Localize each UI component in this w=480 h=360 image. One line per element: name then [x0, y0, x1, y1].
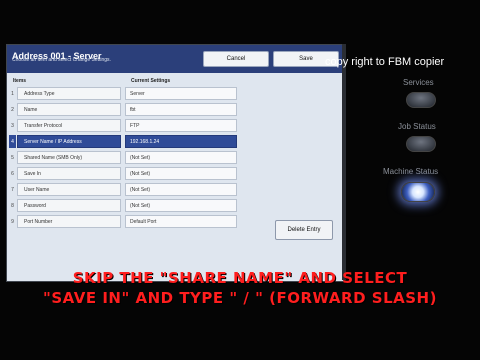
row-number: 4: [9, 135, 16, 148]
item-name: Address Type: [17, 87, 121, 100]
item-value: (Not Set): [125, 183, 237, 196]
item-name: Name: [17, 103, 121, 116]
caption-line-1: SKIP THE "SHARE NAME" AND SELECT: [72, 269, 408, 287]
services-button[interactable]: [406, 92, 436, 108]
row-number: 5: [11, 154, 14, 161]
table-row[interactable]: 7 User Name (Not Set): [9, 183, 241, 198]
copier-touch-screen: Address 001 - Server Cancel Save Items C…: [6, 44, 344, 282]
item-value: FTP: [125, 119, 237, 132]
item-name: Server Name / IP Address: [17, 135, 121, 148]
cancel-button[interactable]: Cancel: [203, 51, 269, 67]
table-row[interactable]: 8 Password (Not Set): [9, 199, 241, 214]
row-number: 6: [11, 170, 14, 177]
screen-bezel: [342, 44, 346, 280]
item-value: fbt: [125, 103, 237, 116]
delete-entry-button[interactable]: Delete Entry: [275, 220, 333, 240]
item-value: Default Port: [125, 215, 237, 228]
machine-status-label: Machine Status: [383, 167, 439, 176]
column-header-items: Items: [13, 78, 27, 84]
item-value: 192.168.1.24: [125, 135, 237, 148]
row-number: 7: [11, 186, 14, 193]
item-value: (Not Set): [125, 199, 237, 212]
item-value: Server: [125, 87, 237, 100]
services-label: Services: [403, 78, 434, 87]
item-name: Password: [17, 199, 121, 212]
instruction-text: Choose an item and select Change Setting…: [12, 57, 111, 63]
row-number: 2: [11, 106, 14, 113]
table-row[interactable]: 3 Transfer Protocol FTP: [9, 119, 241, 134]
item-name: Port Number: [17, 215, 121, 228]
table-row[interactable]: 6 Save In (Not Set): [9, 167, 241, 182]
table-row[interactable]: 2 Name fbt: [9, 103, 241, 118]
job-status-button[interactable]: [406, 136, 436, 152]
caption-overlay: SKIP THE "SHARE NAME" AND SELECT "SAVE I…: [0, 268, 480, 308]
job-status-label: Job Status: [398, 122, 436, 131]
caption-line-2: "SAVE IN" AND TYPE " / " (FORWARD SLASH): [43, 289, 437, 307]
item-value: (Not Set): [125, 167, 237, 180]
row-number: 9: [11, 218, 14, 225]
video-frame: Address 001 - Server Cancel Save Items C…: [0, 0, 480, 360]
table-row[interactable]: 1 Address Type Server: [9, 87, 241, 102]
column-header-current-settings: Current Settings: [131, 78, 171, 84]
row-number: 3: [11, 122, 14, 129]
item-name: Shared Name (SMB Only): [17, 151, 121, 164]
item-name: Transfer Protocol: [17, 119, 121, 132]
table-row-selected[interactable]: 4 Server Name / IP Address 192.168.1.24: [9, 135, 241, 150]
machine-status-button[interactable]: [401, 182, 435, 202]
settings-table: 1 Address Type Server 2 Name fbt 3 Trans…: [9, 87, 241, 231]
watermark: copy right to FBM copier: [325, 56, 445, 68]
row-number: 8: [11, 202, 14, 209]
table-row[interactable]: 9 Port Number Default Port: [9, 215, 241, 230]
item-name: User Name: [17, 183, 121, 196]
table-row[interactable]: 5 Shared Name (SMB Only) (Not Set): [9, 151, 241, 166]
item-value: (Not Set): [125, 151, 237, 164]
row-number: 1: [11, 90, 14, 97]
item-name: Save In: [17, 167, 121, 180]
